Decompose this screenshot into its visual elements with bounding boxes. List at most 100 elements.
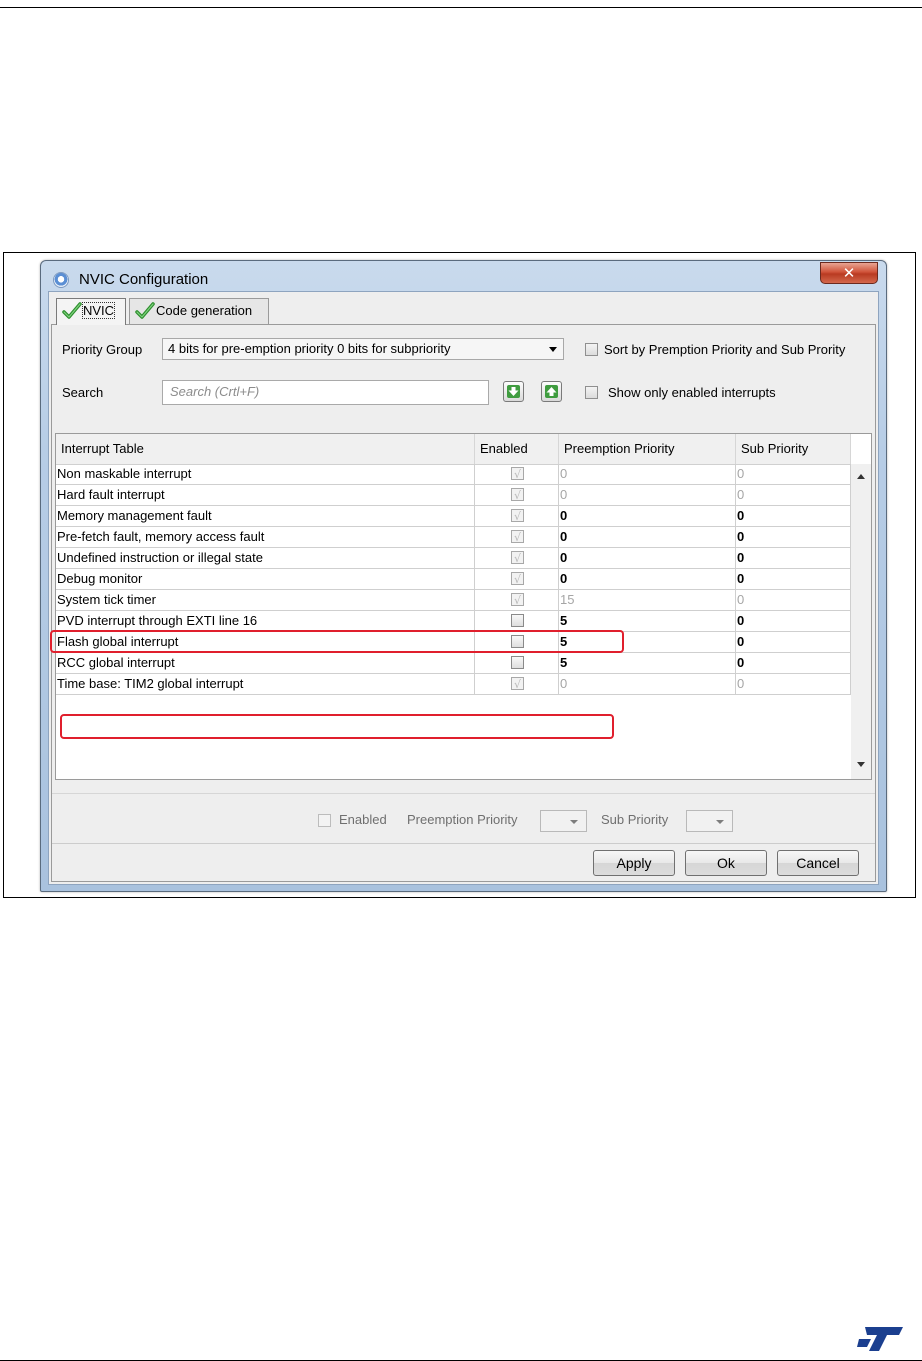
- move-down-button[interactable]: [503, 381, 524, 402]
- enabled-checkbox[interactable]: [511, 614, 524, 627]
- interrupt-name-cell: Time base: TIM2 global interrupt: [56, 674, 475, 694]
- checkmark-icon: √: [514, 594, 522, 607]
- priority-group-select[interactable]: 4 bits for pre-emption priority 0 bits f…: [162, 338, 564, 360]
- preemption-priority-cell: 15: [559, 590, 736, 610]
- nvic-configuration-dialog: NVIC Configuration ✕ NVIC Code generatio…: [40, 260, 887, 892]
- sub-priority-cell[interactable]: 0: [736, 653, 851, 673]
- sub-priority-cell: 0: [736, 674, 851, 694]
- table-row[interactable]: Undefined instruction or illegal state √ 0…: [56, 548, 851, 569]
- table-row[interactable]: Pre-fetch fault, memory access fault √ 0 0: [56, 527, 851, 548]
- table-row[interactable]: Debug monitor √ 0 0: [56, 569, 851, 590]
- preemption-priority-cell[interactable]: 5: [559, 611, 736, 631]
- enabled-cell: √: [475, 527, 559, 547]
- preemption-priority-cell[interactable]: 0: [559, 569, 736, 589]
- interrupt-name-cell: Pre-fetch fault, memory access fault: [56, 527, 475, 547]
- column-header-enabled[interactable]: Enabled: [475, 434, 559, 464]
- enabled-checkbox: √: [511, 488, 524, 502]
- show-only-enabled-checkbox[interactable]: [585, 386, 598, 399]
- enabled-checkbox: √: [511, 467, 524, 481]
- search-input[interactable]: Search (Crtl+F): [162, 380, 489, 405]
- editor-preemption-select[interactable]: [540, 810, 587, 832]
- preemption-priority-cell[interactable]: 0: [559, 506, 736, 526]
- dialog-client-area: NVIC Code generation Priority Group 4 bi…: [48, 291, 879, 885]
- tab-code-generation[interactable]: Code generation: [129, 298, 269, 324]
- table-row[interactable]: System tick timer √ 15 0: [56, 590, 851, 611]
- sub-priority-cell[interactable]: 0: [736, 611, 851, 631]
- sub-priority-cell[interactable]: 0: [736, 569, 851, 589]
- tab-label: NVIC: [81, 302, 116, 319]
- scroll-up-icon[interactable]: [857, 474, 865, 479]
- editor-sub-priority-select[interactable]: [686, 810, 733, 832]
- editor-preemption-label: Preemption Priority: [407, 812, 518, 827]
- vertical-scrollbar[interactable]: [851, 464, 871, 779]
- highlight-tim2-row: [60, 714, 614, 739]
- close-button[interactable]: ✕: [820, 262, 878, 284]
- window-title: NVIC Configuration: [79, 271, 209, 288]
- check-icon: [62, 302, 82, 319]
- enabled-checkbox: √: [511, 530, 524, 544]
- table-row[interactable]: Non maskable interrupt √ 0 0: [56, 464, 851, 485]
- enabled-checkbox: √: [511, 509, 524, 523]
- interrupt-name-cell: Hard fault interrupt: [56, 485, 475, 505]
- interrupt-name-cell: PVD interrupt through EXTI line 16: [56, 611, 475, 631]
- table-row[interactable]: RCC global interrupt 5 0: [56, 653, 851, 674]
- page-top-rule: [0, 7, 922, 8]
- sort-by-priority-label: Sort by Premption Priority and Sub Prori…: [604, 342, 846, 357]
- app-icon: [53, 272, 69, 288]
- table-row[interactable]: Hard fault interrupt √ 0 0: [56, 485, 851, 506]
- interrupt-name-cell: Memory management fault: [56, 506, 475, 526]
- scroll-down-icon[interactable]: [857, 762, 865, 767]
- interrupt-name-cell: Non maskable interrupt: [56, 464, 475, 484]
- enabled-checkbox[interactable]: [511, 656, 524, 669]
- table-row[interactable]: Memory management fault √ 0 0: [56, 506, 851, 527]
- interrupt-name-cell: RCC global interrupt: [56, 653, 475, 673]
- preemption-priority-cell[interactable]: 0: [559, 548, 736, 568]
- enabled-cell: √: [475, 590, 559, 610]
- column-header-preemption[interactable]: Preemption Priority: [559, 434, 736, 464]
- enabled-cell: √: [475, 674, 559, 694]
- interrupt-name-cell: System tick timer: [56, 590, 475, 610]
- arrow-down-icon: [507, 385, 520, 398]
- enabled-cell: √: [475, 485, 559, 505]
- priority-group-value: 4 bits for pre-emption priority 0 bits f…: [168, 341, 451, 356]
- chevron-down-icon: [549, 347, 557, 352]
- preemption-priority-cell[interactable]: 5: [559, 653, 736, 673]
- enabled-cell: [475, 653, 559, 673]
- sort-by-priority-checkbox[interactable]: [585, 343, 598, 356]
- search-label: Search: [62, 385, 104, 400]
- sub-priority-cell[interactable]: 0: [736, 506, 851, 526]
- sub-priority-cell[interactable]: 0: [736, 632, 851, 652]
- chevron-down-icon: [570, 820, 578, 824]
- tab-label: Code generation: [156, 303, 253, 318]
- table-header: Interrupt Table Enabled Preemption Prior…: [56, 434, 851, 465]
- preemption-priority-cell: 0: [559, 674, 736, 694]
- column-header-interrupt[interactable]: Interrupt Table: [56, 434, 475, 464]
- checkmark-icon: √: [514, 468, 522, 481]
- interrupt-name-cell: Debug monitor: [56, 569, 475, 589]
- sub-priority-cell[interactable]: 0: [736, 548, 851, 568]
- checkmark-icon: √: [514, 573, 522, 586]
- editor-enabled-checkbox[interactable]: [318, 814, 331, 827]
- enabled-cell: √: [475, 569, 559, 589]
- move-up-button[interactable]: [541, 381, 562, 402]
- checkmark-icon: √: [514, 489, 522, 502]
- sub-priority-cell[interactable]: 0: [736, 527, 851, 547]
- column-header-sub-priority[interactable]: Sub Priority: [736, 434, 851, 464]
- enabled-checkbox: √: [511, 551, 524, 565]
- enabled-cell: √: [475, 464, 559, 484]
- apply-button[interactable]: Apply: [593, 850, 675, 876]
- chevron-down-icon: [716, 820, 724, 824]
- checkmark-icon: √: [514, 678, 522, 691]
- checkmark-icon: √: [514, 531, 522, 544]
- sub-priority-cell: 0: [736, 485, 851, 505]
- preemption-priority-cell: 0: [559, 485, 736, 505]
- ok-button[interactable]: Ok: [685, 850, 767, 876]
- table-row[interactable]: Time base: TIM2 global interrupt √ 0 0: [56, 674, 851, 695]
- table-row[interactable]: PVD interrupt through EXTI line 16 5 0: [56, 611, 851, 632]
- st-logo: [857, 1327, 903, 1351]
- enabled-checkbox: √: [511, 593, 524, 607]
- cancel-button[interactable]: Cancel: [777, 850, 859, 876]
- preemption-priority-cell[interactable]: 0: [559, 527, 736, 547]
- nvic-tab-panel: Priority Group 4 bits for pre-emption pr…: [50, 324, 876, 882]
- tab-nvic[interactable]: NVIC: [56, 298, 126, 325]
